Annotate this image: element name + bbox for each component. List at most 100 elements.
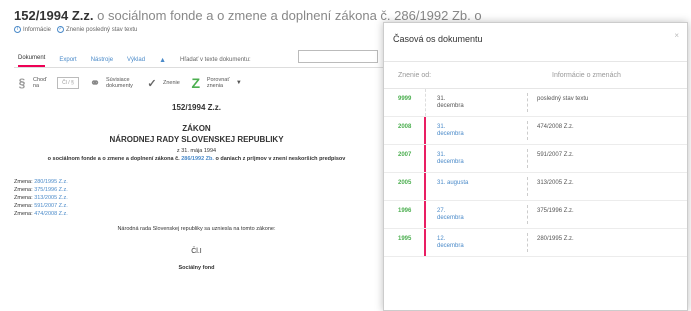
document-date: z 31. mája 1994 <box>176 148 217 154</box>
page-title: 152/1994 Z.z. o sociálnom fonde a o zmen… <box>14 8 482 23</box>
amendment-item: Zmena: 474/2008 Z.z. <box>14 210 379 218</box>
row-info: 474/2008 Z.z. <box>537 124 574 130</box>
timeline-bar <box>424 145 426 172</box>
timeline-row[interactable]: 2005 31. augusta 313/2005 Z.z. <box>384 173 687 201</box>
column-header-date: Znenie od: <box>398 72 432 79</box>
row-date-line1: 31. <box>437 96 446 102</box>
timeline-row[interactable]: 2007 31. decembra 591/2007 Z.z. <box>384 145 687 173</box>
last-state-link-label: Znenie posledný stav textu <box>66 27 138 34</box>
check-icon: ✓ <box>57 26 65 33</box>
info-link-label: Informácie <box>23 27 52 34</box>
amendment-item: Zmena: 313/2005 Z.z. <box>14 194 379 202</box>
amendment-link[interactable]: 474/2008 Z.z. <box>34 211 68 217</box>
related-documents-label: Súvisiace dokumenty <box>106 77 133 89</box>
compare-label: Porovnať znenia <box>206 77 230 89</box>
close-icon[interactable]: × <box>674 31 679 40</box>
row-date: 31. decembra <box>437 96 464 110</box>
tab-vyklad[interactable]: Výklad <box>127 57 145 67</box>
search-input[interactable] <box>298 50 378 63</box>
timeline-row[interactable]: 1995 12. decembra 280/1995 Z.z. <box>384 229 687 257</box>
amendment-link[interactable]: 280/1995 Z.z. <box>34 179 68 185</box>
timeline-bar <box>424 229 426 256</box>
timeline-bar <box>424 117 426 144</box>
goto-label: Choď na <box>33 77 47 89</box>
row-date[interactable]: 31. decembra <box>437 124 464 138</box>
column-separator <box>527 121 528 140</box>
last-state-link[interactable]: ✓ Znenie posledný stav textu <box>57 26 137 33</box>
timeline-row[interactable]: 2008 31. decembra 474/2008 Z.z. <box>384 117 687 145</box>
article-input[interactable]: Čl / § <box>57 77 79 89</box>
row-date-line2: decembra <box>437 215 464 221</box>
column-separator <box>527 177 528 196</box>
row-year: 1996 <box>398 208 412 214</box>
version-button[interactable]: ✓ Znenie <box>144 76 180 90</box>
page-title-number: 152/1994 Z.z. <box>14 8 94 23</box>
tab-dokument[interactable]: Dokument <box>18 55 46 67</box>
info-link[interactable]: i Informácie <box>14 26 51 33</box>
row-info: posledný stav textu <box>537 96 589 102</box>
section-heading: Sociálny fond <box>178 265 215 271</box>
subject-pre: o sociálnom fonde a o zmene a doplnení z… <box>47 156 180 162</box>
subject-link[interactable]: 286/1992 Zb. <box>181 156 214 162</box>
row-year: 2008 <box>398 124 412 130</box>
amendment-link[interactable]: 313/2005 Z.z. <box>34 195 68 201</box>
amendment-prefix: Zmena: <box>14 187 33 193</box>
document-issuer: NÁRODNEJ RADY SLOVENSKEJ REPUBLIKY <box>109 135 284 144</box>
row-date-line1: 31. augusta <box>437 180 469 186</box>
amendment-link[interactable]: 591/2007 Z.z. <box>34 203 68 209</box>
column-separator <box>527 233 528 252</box>
amendment-link[interactable]: 375/1996 Z.z. <box>34 187 68 193</box>
row-year: 2005 <box>398 180 412 186</box>
amendment-item: Zmena: 375/1996 Z.z. <box>14 186 379 194</box>
check-circle-icon: ✓ <box>147 77 157 90</box>
amendment-item: Zmena: 280/1995 Z.z. <box>14 178 379 186</box>
page-title-description: o sociálnom fonde a o zmene a doplnení z… <box>97 8 482 23</box>
row-date[interactable]: 12. decembra <box>437 236 464 250</box>
compare-icon: Z <box>191 75 201 91</box>
column-separator <box>527 93 528 112</box>
document-preamble: Národná rada Slovenskej republiky sa uzn… <box>117 226 276 232</box>
row-info: 375/1996 Z.z. <box>537 208 574 214</box>
timeline-modal: Časová os dokumentu × Znenie od: Informá… <box>383 22 688 311</box>
timeline-row[interactable]: 1996 27. decembra 375/1996 Z.z. <box>384 201 687 229</box>
amendment-prefix: Zmena: <box>14 211 33 217</box>
amendment-item: Zmena: 591/2007 Z.z. <box>14 202 379 210</box>
version-label: Znenie <box>163 80 180 86</box>
row-date[interactable]: 31. augusta <box>437 180 468 187</box>
row-date[interactable]: 27. decembra <box>437 208 464 222</box>
goto-button[interactable]: § Choď na <box>14 76 49 90</box>
article-heading: Čl.I <box>191 248 202 255</box>
timeline-row[interactable]: 9999 31. decembra posledný stav textu <box>384 89 687 117</box>
document-subject: o sociálnom fonde a o zmene a doplnení z… <box>14 156 379 162</box>
tab-nastroje[interactable]: Nástroje <box>91 57 113 67</box>
row-date-line1: 31. <box>437 152 446 158</box>
column-separator <box>527 149 528 168</box>
row-year: 2007 <box>398 152 412 158</box>
timeline-header: Znenie od: Informácie o zmenách <box>384 61 687 89</box>
subject-post: o daniach z príjmov v znení neskorších p… <box>215 156 346 162</box>
row-date-line1: 12. <box>437 236 446 242</box>
amendments-list: Zmena: 280/1995 Z.z. Zmena: 375/1996 Z.z… <box>14 178 379 218</box>
link-icon: ⚭ <box>89 76 101 90</box>
amendment-prefix: Zmena: <box>14 179 33 185</box>
timeline-line <box>425 89 426 116</box>
row-date-line2: decembra <box>437 103 464 109</box>
row-info: 591/2007 Z.z. <box>537 152 574 158</box>
row-date[interactable]: 31. decembra <box>437 152 464 166</box>
chevron-down-icon[interactable]: ▼ <box>236 80 242 86</box>
row-date-line1: 27. <box>437 208 446 214</box>
tab-export[interactable]: Export <box>59 57 76 67</box>
amendment-prefix: Zmena: <box>14 203 33 209</box>
related-documents-button[interactable]: ⚭ Súvisiace dokumenty <box>87 76 136 90</box>
timeline-bar <box>424 173 426 200</box>
top-links: i Informácie ✓ Znenie posledný stav textu <box>14 26 137 33</box>
row-year: 1995 <box>398 236 412 242</box>
row-info: 280/1995 Z.z. <box>537 236 574 242</box>
compare-versions-button[interactable]: Z Porovnať znenia ▼ <box>188 75 242 91</box>
row-year: 9999 <box>398 96 412 102</box>
info-icon: i <box>14 26 21 33</box>
document-toolbar: § Choď na Čl / § ⚭ Súvisiace dokumenty ✓… <box>14 75 242 91</box>
arrow-up-icon[interactable]: ▲ <box>159 57 166 67</box>
document-body: 152/1994 Z.z. ZÁKON NÁRODNEJ RADY SLOVEN… <box>14 103 379 271</box>
amendment-prefix: Zmena: <box>14 195 33 201</box>
